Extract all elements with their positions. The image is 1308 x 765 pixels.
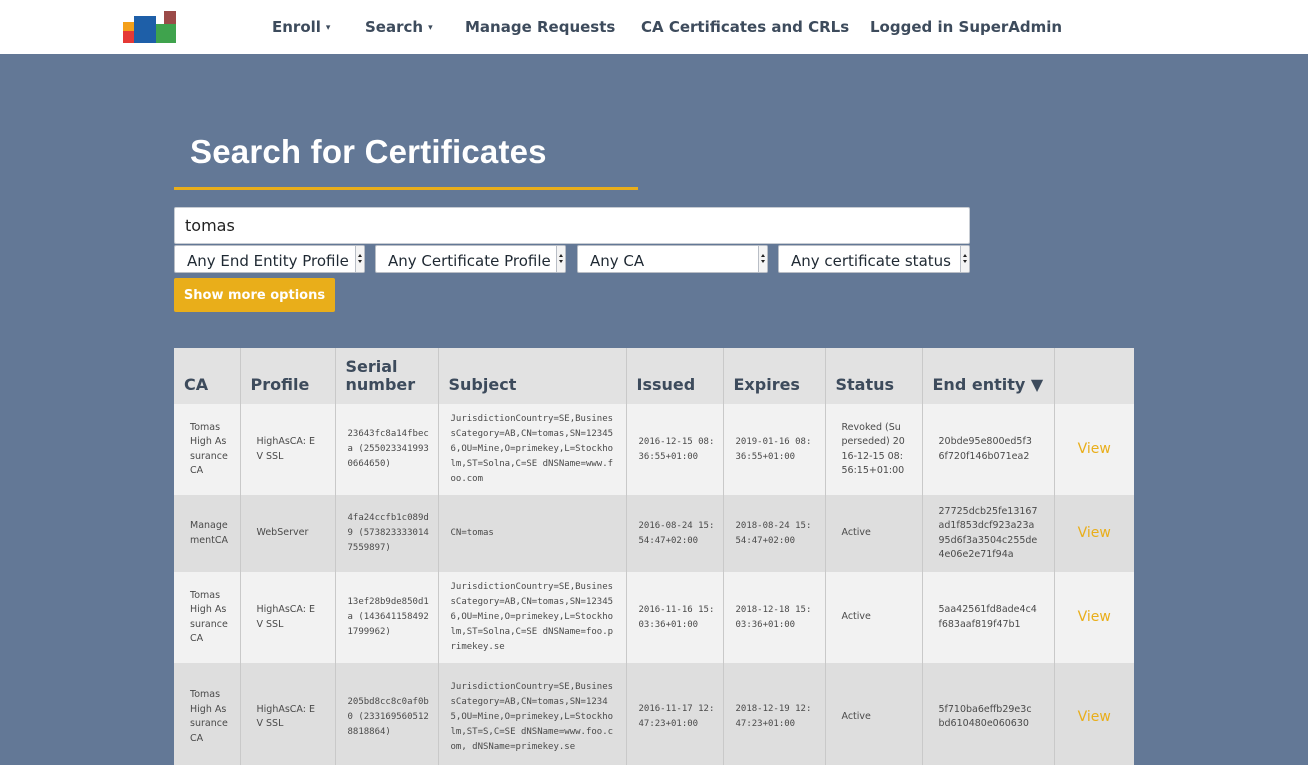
certificate-profile-select[interactable]: Any Certificate Profile <box>375 245 566 273</box>
select-arrows-icon <box>960 246 969 272</box>
col-header-issued[interactable]: Issued <box>626 348 724 404</box>
cell-expires: 2018-12-19 12:47:23+01:00 <box>723 663 826 765</box>
cell-serial: 205bd8cc8c0af0b0 (2331695605128818864) <box>335 663 439 765</box>
logo-block-red <box>123 31 134 43</box>
col-header-expires[interactable]: Expires <box>723 348 826 404</box>
cell-serial: 23643fc8a14fbeca (2550233419930664650) <box>335 404 439 495</box>
cell-serial: 13ef28b9de850d1a (1436411584921799962) <box>335 572 439 663</box>
top-navbar: Enroll ▾ Search ▾ Manage Requests CA Cer… <box>0 0 1308 54</box>
cell-issued: 2016-11-16 15:03:36+01:00 <box>626 572 724 663</box>
nav-enroll-label: Enroll <box>272 18 321 36</box>
view-link[interactable]: View <box>1054 663 1134 765</box>
end-entity-profile-select[interactable]: Any End Entity Profile <box>174 245 365 273</box>
view-link[interactable]: View <box>1054 572 1134 663</box>
cell-issued: 2016-08-24 15:54:47+02:00 <box>626 495 724 572</box>
cell-expires: 2018-08-24 15:54:47+02:00 <box>723 495 826 572</box>
col-header-end-entity[interactable]: End entity ▼ <box>922 348 1055 404</box>
results-table-wrapper: CA Profile Serial number Subject Issued … <box>174 348 1134 765</box>
show-more-options-button[interactable]: Show more options <box>174 278 335 312</box>
select-arrows-icon <box>355 246 364 272</box>
cell-profile: HighAsCA: EV SSL <box>240 404 336 495</box>
certificate-status-select[interactable]: Any certificate status <box>778 245 970 273</box>
cell-end-entity: 5aa42561fd8ade4c4f683aaf819f47b1 <box>922 572 1055 663</box>
nav-manage-requests[interactable]: Manage Requests <box>465 0 615 54</box>
cell-issued: 2016-12-15 08:36:55+01:00 <box>626 404 724 495</box>
select-arrows-icon <box>758 246 767 272</box>
cell-status: Active <box>825 495 923 572</box>
col-header-subject[interactable]: Subject <box>438 348 627 404</box>
table-row: Tomas High Assurance CA HighAsCA: EV SSL… <box>174 663 1134 765</box>
certificate-status-value: Any certificate status <box>791 252 951 270</box>
cell-status: Revoked (Superseded) 2016-12-15 08:56:15… <box>825 404 923 495</box>
cell-profile: WebServer <box>240 495 336 572</box>
cell-end-entity: 5f710ba6effb29e3cbd610480e060630 <box>922 663 1055 765</box>
table-row: Tomas High Assurance CA HighAsCA: EV SSL… <box>174 404 1134 495</box>
logo-block-blue <box>134 16 156 43</box>
end-entity-profile-value: Any End Entity Profile <box>187 252 349 270</box>
nav-ca-certificates-label: CA Certificates and CRLs <box>641 18 850 36</box>
cell-end-entity: 27725dcb25fe13167ad1f853dcf923a23a95d6f3… <box>922 495 1055 572</box>
nav-search-label: Search <box>365 18 424 36</box>
cell-end-entity: 20bde95e800ed5f36f720f146b071ea2 <box>922 404 1055 495</box>
view-link[interactable]: View <box>1054 495 1134 572</box>
table-row: Tomas High Assurance CA HighAsCA: EV SSL… <box>174 572 1134 663</box>
logo-block-green <box>156 24 176 43</box>
nav-manage-requests-label: Manage Requests <box>465 18 616 36</box>
cell-profile: HighAsCA: EV SSL <box>240 572 336 663</box>
cell-status: Active <box>825 663 923 765</box>
select-arrows-icon <box>556 246 565 272</box>
title-underline <box>174 187 638 190</box>
cell-expires: 2018-12-18 15:03:36+01:00 <box>723 572 826 663</box>
col-header-serial[interactable]: Serial number <box>335 348 439 404</box>
page-title: Search for Certificates <box>190 133 547 170</box>
ca-select[interactable]: Any CA <box>577 245 768 273</box>
nav-logged-in-label: Logged in SuperAdmin <box>870 18 1063 36</box>
col-header-actions <box>1054 348 1134 404</box>
cell-subject: JurisdictionCountry=SE,BusinessCategory=… <box>438 404 627 495</box>
cell-subject: JurisdictionCountry=SE,BusinessCategory=… <box>438 572 627 663</box>
app-logo[interactable] <box>123 11 176 44</box>
col-header-profile[interactable]: Profile <box>240 348 336 404</box>
cell-serial: 4fa24ccfb1c089d9 (5738233330147559897) <box>335 495 439 572</box>
cell-ca: ManagementCA <box>174 495 241 572</box>
ca-value: Any CA <box>590 252 645 270</box>
cell-status: Active <box>825 572 923 663</box>
cell-issued: 2016-11-17 12:47:23+01:00 <box>626 663 724 765</box>
cell-profile: HighAsCA: EV SSL <box>240 663 336 765</box>
cell-ca: Tomas High Assurance CA <box>174 572 241 663</box>
table-row: ManagementCA WebServer 4fa24ccfb1c089d9 … <box>174 495 1134 572</box>
nav-enroll[interactable]: Enroll ▾ <box>272 0 330 54</box>
caret-down-icon: ▾ <box>325 23 331 33</box>
logo-block-maroon <box>164 11 176 24</box>
cell-subject: CN=tomas <box>438 495 627 572</box>
view-link[interactable]: View <box>1054 404 1134 495</box>
logo-block-orange <box>123 22 134 31</box>
results-table: CA Profile Serial number Subject Issued … <box>174 348 1134 765</box>
cell-ca: Tomas High Assurance CA <box>174 663 241 765</box>
cell-ca: Tomas High Assurance CA <box>174 404 241 495</box>
search-input[interactable] <box>174 207 970 244</box>
cell-expires: 2019-01-16 08:36:55+01:00 <box>723 404 826 495</box>
col-header-status[interactable]: Status <box>825 348 923 404</box>
certificate-profile-value: Any Certificate Profile <box>388 252 551 270</box>
nav-ca-certificates[interactable]: CA Certificates and CRLs <box>641 0 849 54</box>
nav-logged-in-user[interactable]: Logged in SuperAdmin <box>870 0 1062 54</box>
nav-search[interactable]: Search ▾ <box>365 0 433 54</box>
col-header-ca[interactable]: CA <box>174 348 241 404</box>
cell-subject: JurisdictionCountry=SE,BusinessCategory=… <box>438 663 627 765</box>
table-header-row: CA Profile Serial number Subject Issued … <box>174 348 1134 404</box>
caret-down-icon: ▾ <box>428 23 433 33</box>
